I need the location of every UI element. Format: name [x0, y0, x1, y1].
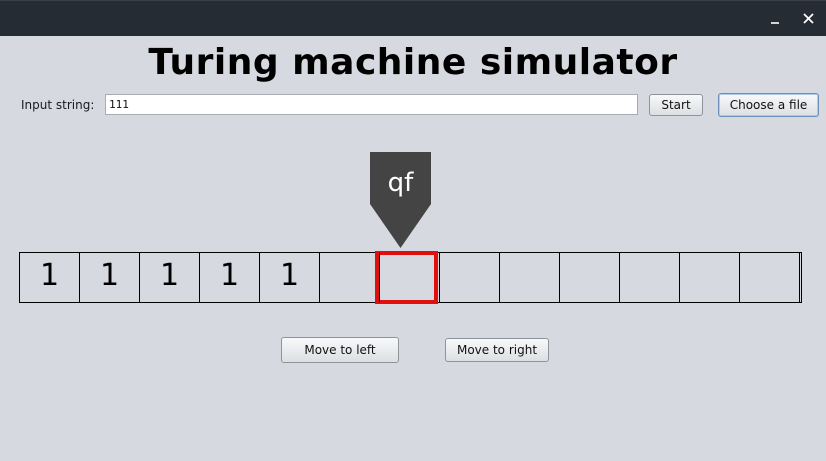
close-button[interactable]	[800, 10, 818, 28]
tape-cell	[500, 253, 560, 302]
head-state-label: qf	[387, 168, 414, 198]
input-string-field[interactable]	[105, 94, 638, 115]
input-string-label: Input string:	[21, 98, 95, 112]
tape-cell: 1	[140, 253, 200, 302]
tape-head: qf	[370, 152, 431, 248]
tape-cell	[620, 253, 680, 302]
minimize-icon	[771, 22, 779, 24]
tape-cell: 1	[20, 253, 80, 302]
minimize-button[interactable]	[766, 10, 784, 28]
move-left-button[interactable]: Move to left	[281, 337, 399, 363]
tape-cell	[800, 253, 801, 302]
tape-cell	[320, 253, 380, 302]
tape-cell: 1	[260, 253, 320, 302]
close-icon	[803, 13, 814, 24]
tape-cell	[380, 253, 440, 302]
move-right-button[interactable]: Move to right	[445, 338, 549, 362]
tape-cell: 1	[200, 253, 260, 302]
tape-cell	[560, 253, 620, 302]
tape-cell	[440, 253, 500, 302]
tape: 11111	[19, 251, 802, 304]
window-titlebar	[0, 0, 826, 36]
choose-file-button[interactable]: Choose a file	[718, 93, 819, 117]
tape-cell	[680, 253, 740, 302]
tape-cell: 1	[80, 253, 140, 302]
page-title: Turing machine simulator	[148, 42, 678, 83]
tape-cell	[740, 253, 800, 302]
start-button[interactable]: Start	[649, 94, 703, 116]
